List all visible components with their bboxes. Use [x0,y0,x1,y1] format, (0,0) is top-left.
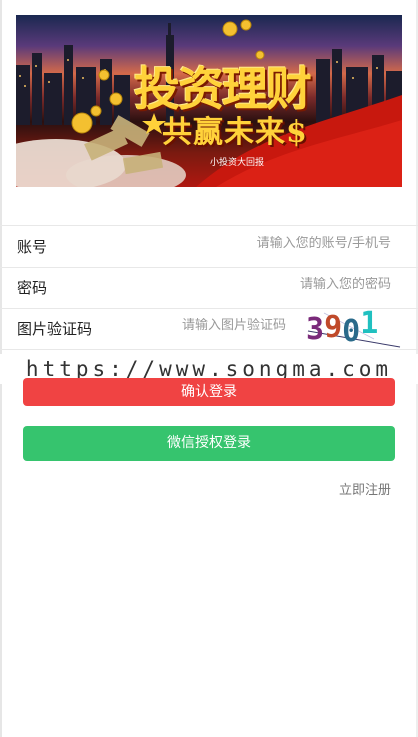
captcha-char: 0 [342,314,360,349]
account-label: 账号 [17,238,48,256]
confirm-login-button[interactable]: 确认登录 [23,378,395,406]
account-input[interactable] [190,236,391,251]
password-input[interactable] [230,277,391,292]
captcha-image[interactable]: 3901 [304,309,414,349]
captcha-char: 3 [306,312,324,347]
password-row: 密码 [0,267,418,309]
account-row: 账号 [0,226,418,268]
password-label: 密码 [17,279,48,297]
wechat-login-button[interactable]: 微信授权登录 [23,426,395,461]
captcha-label: 图片验证码 [17,320,93,338]
banner-subtitle: 共赢未来$ [162,115,308,150]
captcha-input[interactable] [150,318,286,333]
captcha-char: 9 [324,310,342,345]
banner-caption: 小投资大回报 [210,158,265,168]
captcha-char: 1 [360,309,378,341]
register-link[interactable]: 立即注册 [339,479,391,498]
promo-banner: 投资理财 共赢未来$ 小投资大回报 [16,15,402,187]
